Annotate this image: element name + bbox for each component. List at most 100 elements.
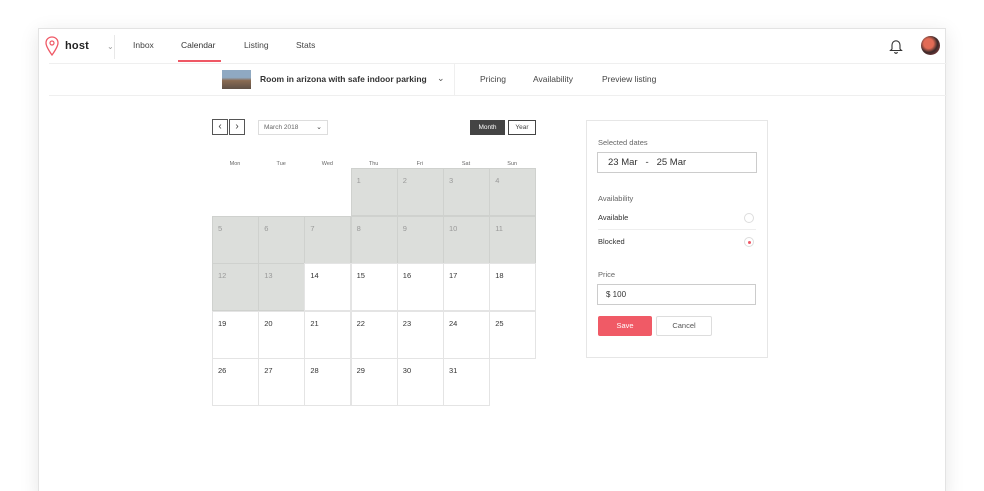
- avatar[interactable]: [921, 36, 940, 55]
- listing-bar: Room in arizona with safe indoor parking…: [49, 63, 947, 96]
- date-range-field[interactable]: 23 Mar - 25 Mar: [597, 152, 757, 173]
- calendar-day[interactable]: 7: [304, 215, 352, 264]
- weekday-label: Sun: [507, 161, 518, 167]
- day-number: 9: [402, 223, 407, 233]
- calendar-day[interactable]: 3: [443, 168, 490, 216]
- day-number: 3: [449, 176, 454, 185]
- tab-preview-listing[interactable]: Preview listing: [602, 74, 656, 84]
- calendar-day[interactable]: 18: [489, 263, 537, 311]
- nav-stats[interactable]: Stats: [296, 40, 315, 50]
- calendar-day[interactable]: 6: [258, 215, 306, 264]
- day-number: 24: [449, 318, 458, 328]
- day-number: 31: [449, 366, 458, 375]
- day-number: 29: [356, 366, 365, 375]
- day-number: 22: [356, 318, 365, 328]
- start-date: 23 Mar: [608, 157, 638, 168]
- calendar-day[interactable]: 2: [396, 168, 444, 216]
- nav-listing[interactable]: Listing: [244, 40, 269, 50]
- nav-calendar[interactable]: Calendar: [181, 40, 216, 50]
- calendar-day[interactable]: 23: [396, 310, 444, 359]
- day-number: 17: [449, 271, 458, 280]
- day-number: 28: [310, 366, 319, 375]
- calendar-day[interactable]: 22: [350, 310, 398, 359]
- blocked-radio[interactable]: [744, 237, 754, 247]
- calendar-day[interactable]: 20: [258, 310, 306, 359]
- chevron-down-icon: ⌄: [316, 124, 322, 131]
- next-month-button[interactable]: ›: [229, 119, 245, 135]
- end-date: 25 Mar: [656, 157, 687, 168]
- chevron-down-icon[interactable]: ⌄: [437, 73, 445, 84]
- tab-availability[interactable]: Availability: [533, 74, 573, 84]
- calendar-day[interactable]: 21: [304, 310, 352, 359]
- calendar-day[interactable]: 30: [396, 358, 444, 406]
- day-number: 2: [402, 176, 407, 185]
- date-editor-panel: Selected dates 23 Mar - 25 Mar Availabil…: [586, 120, 768, 358]
- year-view-button[interactable]: Year: [508, 120, 536, 135]
- day-number: 4: [495, 176, 500, 185]
- day-number: 26: [218, 366, 227, 375]
- listing-divider: [454, 64, 455, 96]
- tab-pricing[interactable]: Pricing: [480, 74, 506, 84]
- day-number: 5: [218, 223, 223, 233]
- weekday-label: Mon: [229, 161, 241, 167]
- calendar-day[interactable]: 28: [304, 358, 352, 406]
- availability-label: Availability: [598, 194, 634, 203]
- day-number: 18: [495, 271, 504, 280]
- calendar-day[interactable]: 12: [212, 263, 259, 311]
- calendar-day[interactable]: 14: [304, 263, 352, 311]
- weekday-label: Fri: [416, 161, 423, 167]
- calendar-day[interactable]: 31: [443, 358, 490, 406]
- day-number: 10: [449, 223, 458, 233]
- brand-switcher[interactable]: host ⌄: [45, 35, 114, 57]
- listing-title[interactable]: Room in arizona with safe indoor parking: [260, 74, 427, 84]
- available-option-label: Available: [598, 213, 629, 222]
- calendar-day[interactable]: 27: [258, 358, 306, 406]
- prev-month-button[interactable]: ‹: [212, 119, 228, 135]
- month-select[interactable]: March 2018 ⌄: [258, 120, 328, 135]
- weekday-label: Sat: [461, 161, 471, 167]
- calendar-day[interactable]: 15: [350, 263, 398, 311]
- calendar-day[interactable]: 8: [350, 215, 398, 264]
- price-label: Price: [598, 270, 616, 279]
- cancel-button[interactable]: Cancel: [656, 316, 712, 336]
- day-number: 12: [218, 271, 227, 280]
- calendar-day[interactable]: 1: [350, 168, 398, 216]
- month-view-button[interactable]: Month: [470, 120, 505, 135]
- date-separator: -: [645, 157, 649, 168]
- active-tab-indicator: [178, 60, 221, 62]
- day-number: 16: [402, 271, 412, 280]
- calendar-day[interactable]: 4: [489, 168, 537, 216]
- save-button[interactable]: Save: [598, 316, 652, 336]
- chevron-down-icon: ⌄: [107, 41, 114, 51]
- calendar-day[interactable]: 16: [396, 263, 444, 311]
- nav-inbox[interactable]: Inbox: [133, 40, 154, 50]
- listing-thumbnail: [222, 70, 251, 89]
- day-number: 30: [402, 366, 412, 375]
- available-radio[interactable]: [744, 213, 754, 223]
- divider: [598, 229, 756, 230]
- day-number: 11: [495, 223, 503, 233]
- calendar-day[interactable]: 5: [212, 215, 259, 264]
- day-number: 7: [310, 223, 315, 233]
- day-number: 20: [264, 318, 273, 328]
- day-number: 6: [264, 223, 269, 233]
- calendar-day[interactable]: 10: [443, 215, 490, 264]
- calendar-day[interactable]: 29: [350, 358, 398, 406]
- day-number: 1: [356, 176, 361, 185]
- calendar-day[interactable]: 13: [258, 263, 306, 311]
- price-input[interactable]: $ 100: [597, 284, 756, 305]
- nav-divider: [114, 35, 115, 59]
- calendar-day[interactable]: 25: [489, 310, 537, 359]
- brand-name: host: [65, 40, 90, 52]
- calendar-day[interactable]: 17: [443, 263, 490, 311]
- bell-icon[interactable]: [889, 38, 903, 54]
- calendar-day[interactable]: 24: [443, 310, 490, 359]
- day-number: 19: [218, 318, 227, 328]
- calendar-day[interactable]: 19: [212, 310, 259, 359]
- calendar-day[interactable]: 26: [212, 358, 259, 406]
- calendar-day[interactable]: 11: [489, 215, 537, 264]
- app-window: host ⌄ Inbox Calendar Listing Stats Room…: [38, 28, 947, 491]
- day-number: 27: [264, 366, 273, 375]
- day-number: 23: [402, 318, 412, 328]
- calendar-day[interactable]: 9: [396, 215, 444, 264]
